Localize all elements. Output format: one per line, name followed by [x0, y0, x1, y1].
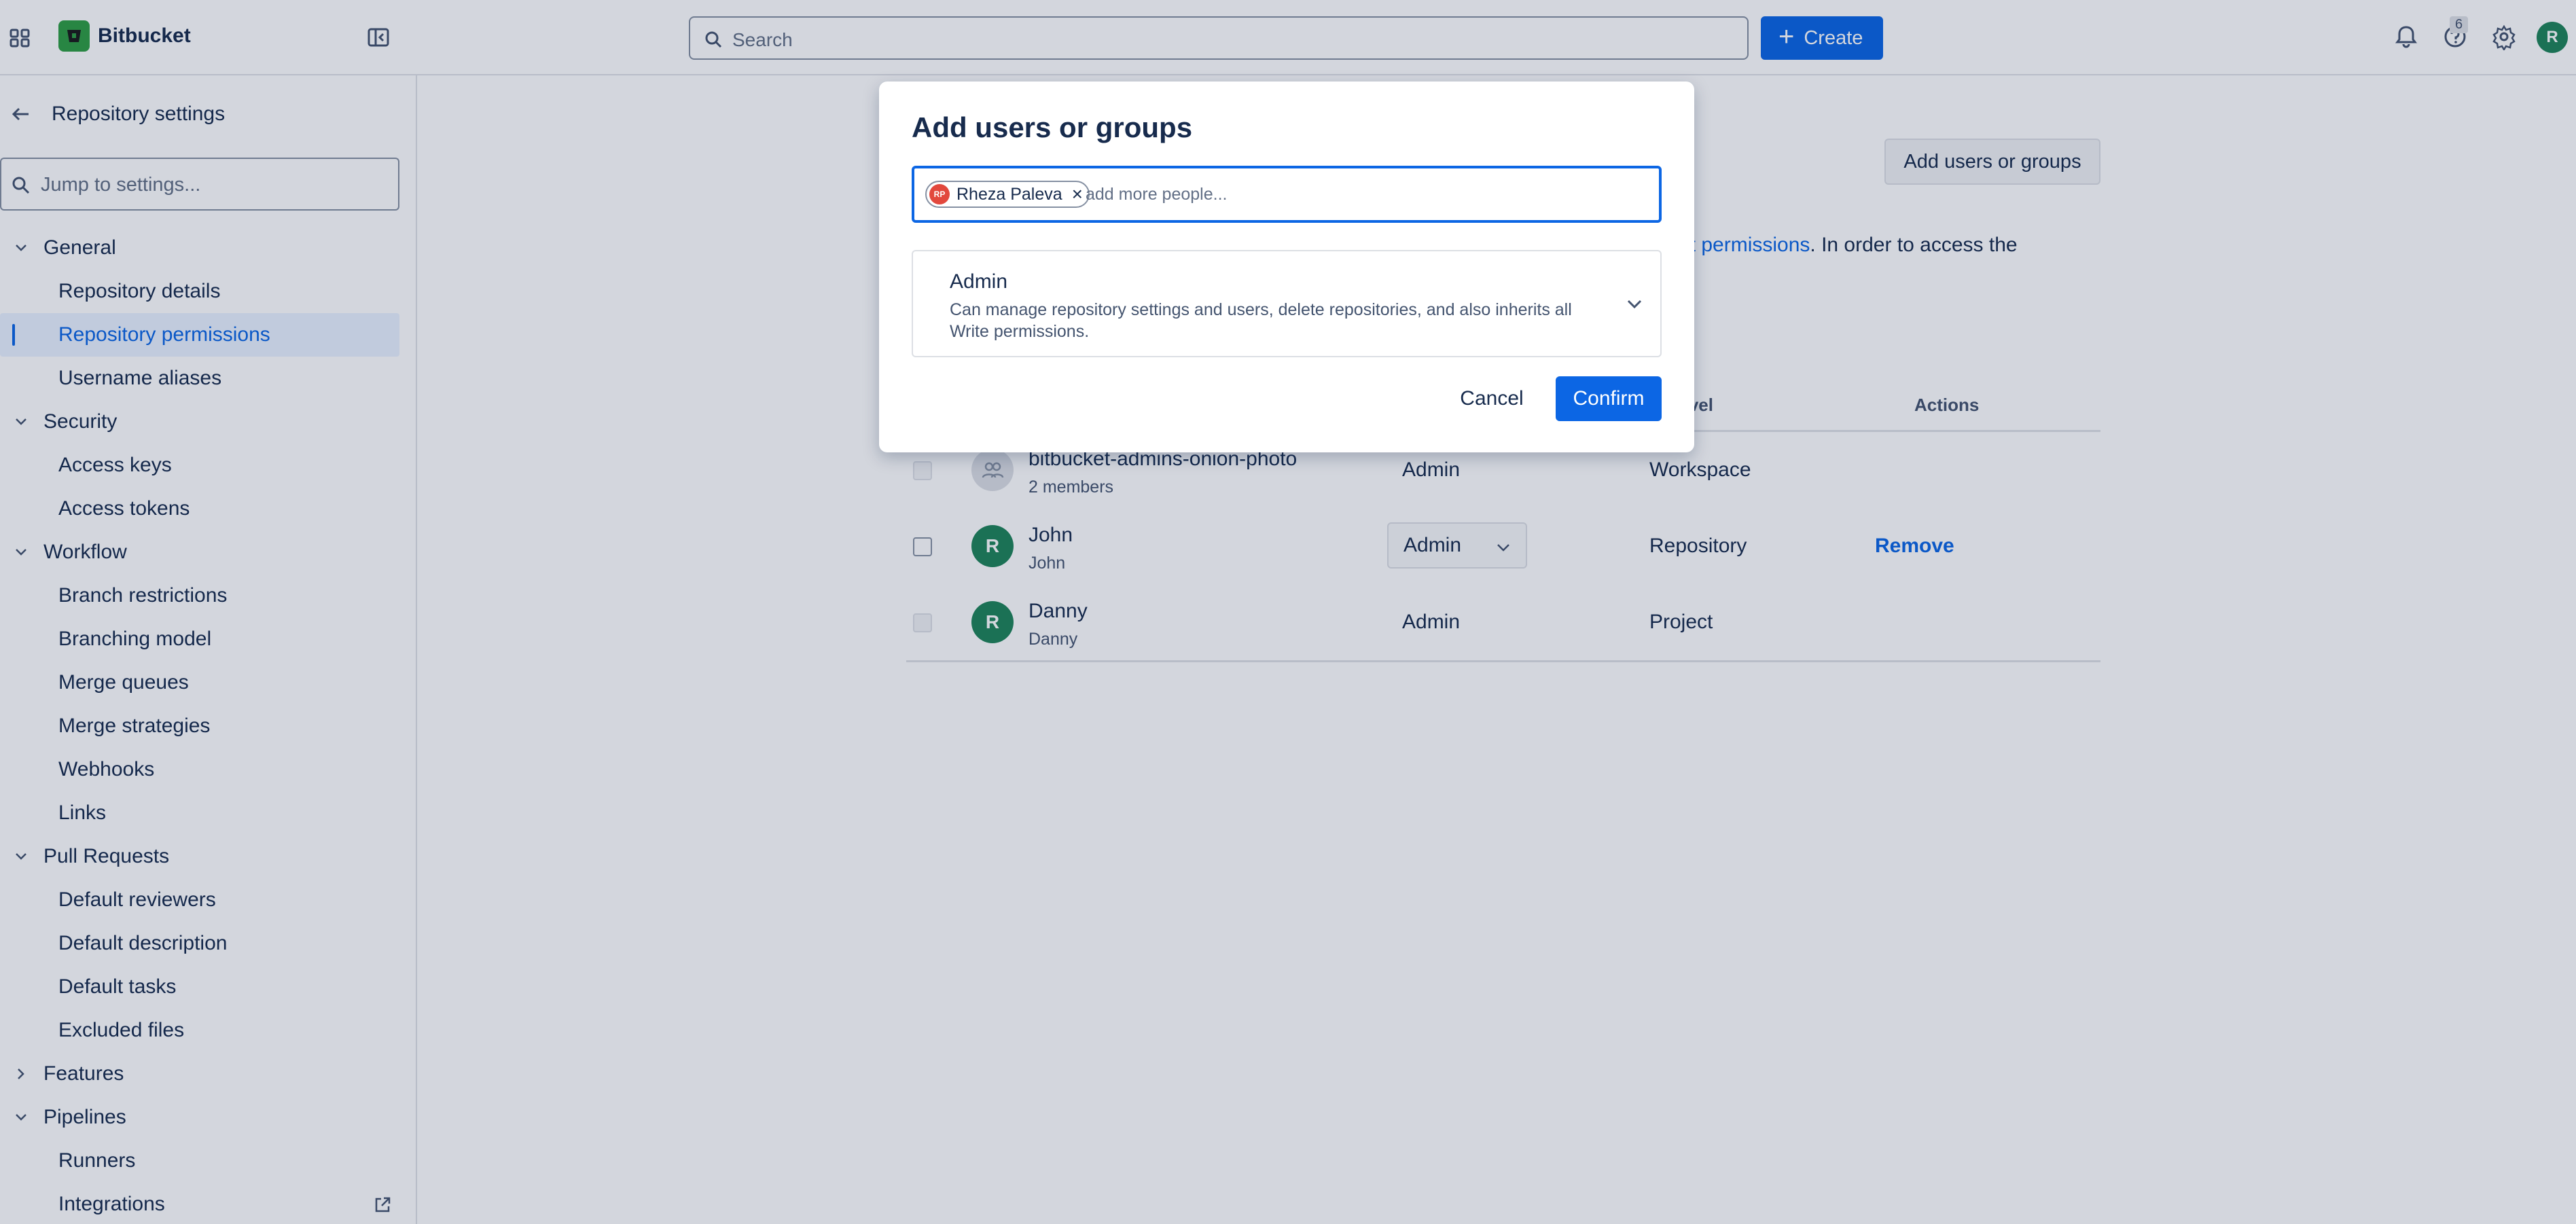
user-picker-input[interactable]: RP Rheza Paleva × add more people... — [912, 166, 1662, 223]
confirm-button[interactable]: Confirm — [1556, 376, 1662, 421]
selected-user-chip[interactable]: RP Rheza Paleva × — [925, 181, 1090, 208]
role-title: Admin — [950, 270, 1008, 293]
picker-placeholder: add more people... — [1086, 185, 1228, 204]
add-users-dialog: Add users or groups RP Rheza Paleva × ad… — [879, 82, 1694, 452]
role-description: Can manage repository settings and users… — [950, 300, 1572, 341]
chevron-down-icon — [1627, 300, 1642, 309]
chip-name: Rheza Paleva — [956, 184, 1062, 204]
dialog-title: Add users or groups — [912, 111, 1193, 143]
remove-chip-icon[interactable]: × — [1072, 185, 1083, 204]
cancel-button[interactable]: Cancel — [1451, 376, 1533, 421]
role-select[interactable]: Admin Can manage repository settings and… — [912, 250, 1662, 357]
chip-avatar: RP — [929, 184, 950, 204]
